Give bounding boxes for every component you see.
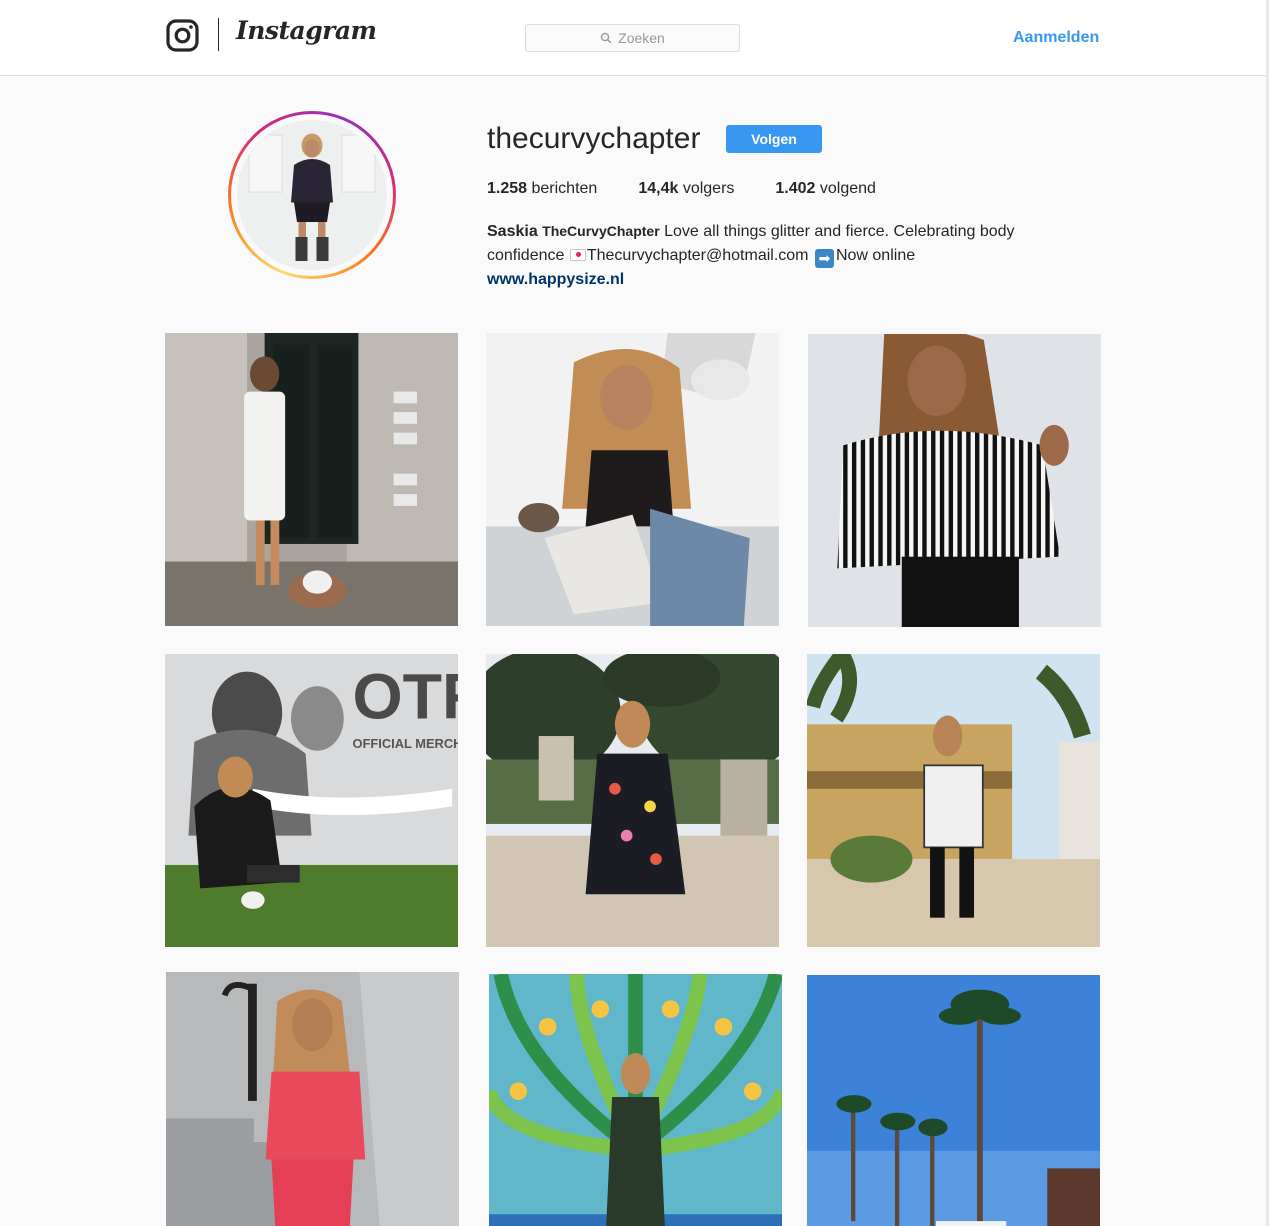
post-tile-3[interactable] [808, 334, 1101, 627]
bio-brand: TheCurvyChapter [542, 223, 660, 239]
post-image [807, 654, 1100, 947]
post-tile-2[interactable] [486, 333, 779, 626]
official-merch-poster-text: OFFICIAL MERCHA [353, 736, 458, 751]
love-letter-emoji-icon [569, 249, 586, 261]
post-image [807, 975, 1100, 1226]
bio-email: Thecurvychapter@hotmail.com [586, 247, 809, 264]
post-tile-6[interactable] [807, 654, 1100, 947]
post-tile-4[interactable]: OTR OFFICIAL MERCHA [165, 654, 458, 947]
stat-followers[interactable]: 14,4k volgers [638, 180, 734, 198]
otr-poster-text: OTR [353, 660, 458, 732]
stat-followers-label: volgers [682, 180, 735, 197]
profile-bio: Saskia TheCurvyChapter Love all things g… [487, 219, 1047, 292]
post-image: OTR OFFICIAL MERCHA [165, 654, 458, 947]
stat-following-label: volgend [819, 180, 876, 197]
profile-avatar [237, 120, 387, 270]
stat-posts-count: 1.258 [487, 180, 528, 197]
post-image [486, 654, 779, 947]
logo-divider [218, 18, 219, 51]
stat-following[interactable]: 1.402 volgend [775, 180, 876, 198]
stat-followers-count: 14,4k [638, 180, 679, 197]
post-image [489, 974, 782, 1226]
bio-website-link[interactable]: www.happysize.nl [487, 268, 1047, 292]
profile-avatar-ring[interactable] [228, 111, 396, 279]
follow-button[interactable]: Volgen [726, 125, 822, 153]
search-icon [600, 32, 612, 44]
top-navigation: Instagram Zoeken Aanmelden [0, 0, 1266, 76]
post-tile-1[interactable] [165, 333, 458, 626]
instagram-camera-icon[interactable] [166, 19, 199, 52]
search-placeholder: Zoeken [618, 30, 665, 46]
post-image [165, 333, 458, 626]
post-image [808, 334, 1101, 627]
post-tile-9[interactable] [807, 975, 1100, 1226]
instagram-wordmark-logo[interactable]: Instagram [236, 16, 377, 45]
bio-now-online: Now online [835, 247, 916, 264]
login-link[interactable]: Aanmelden [1013, 29, 1099, 47]
right-arrow-emoji-icon: ➡ [814, 249, 834, 268]
post-image [486, 333, 779, 626]
post-tile-7[interactable] [166, 972, 459, 1226]
stat-posts: 1.258 berichten [487, 180, 597, 198]
search-input[interactable]: Zoeken [525, 24, 740, 52]
stat-following-count: 1.402 [775, 180, 816, 197]
post-tile-5[interactable] [486, 654, 779, 947]
post-image [166, 972, 459, 1226]
profile-stats: 1.258 berichten 14,4k volgers 1.402 volg… [487, 180, 917, 198]
profile-username: thecurvychapter [487, 122, 701, 155]
stat-posts-label: berichten [531, 180, 598, 197]
bio-full-name: Saskia [487, 223, 538, 240]
post-tile-8[interactable] [489, 974, 782, 1226]
